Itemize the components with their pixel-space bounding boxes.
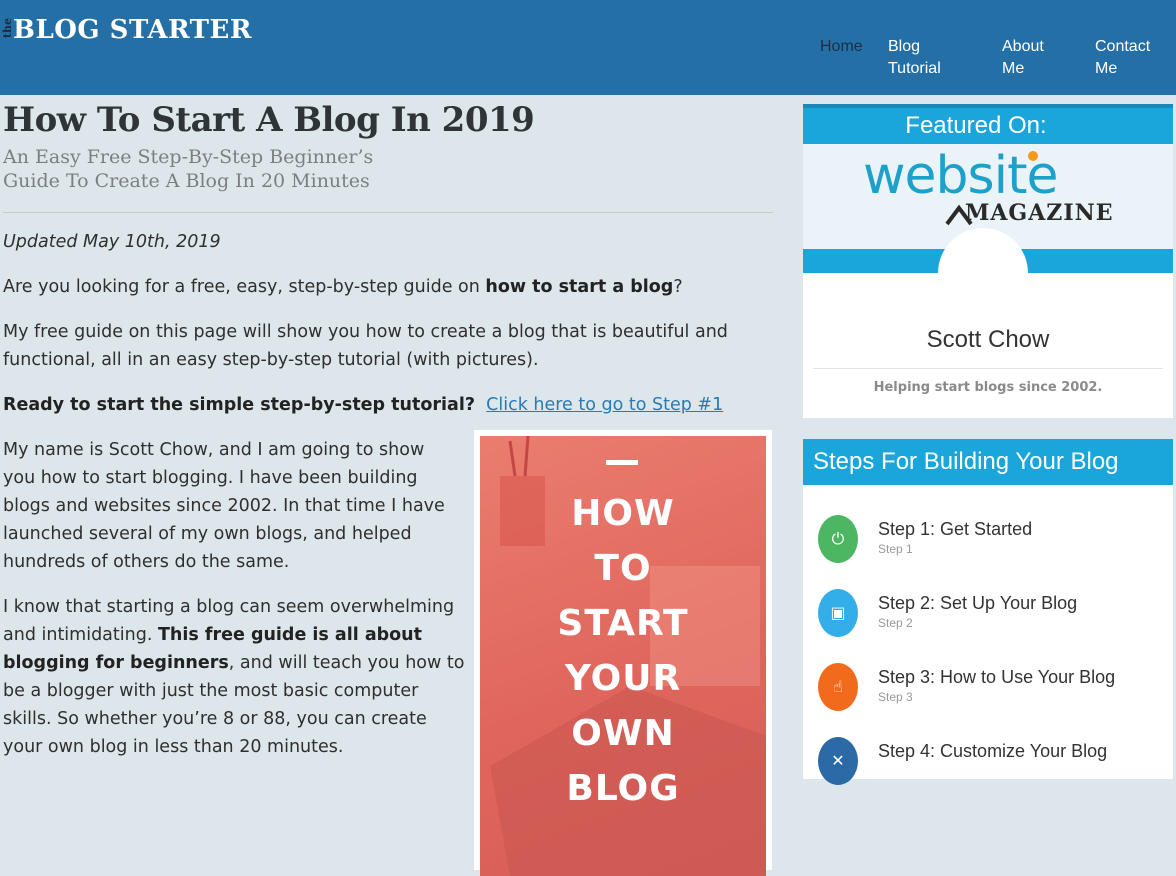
step-subtitle: Step 2 <box>878 616 913 630</box>
step-1-link[interactable]: ⏻ Step 1: Get Started Step 1 <box>803 513 1173 573</box>
featured-title: Featured On: <box>905 112 1047 139</box>
steps-widget: Steps For Building Your Blog ⏻ Step 1: G… <box>803 439 1173 785</box>
intro-end: ? <box>673 277 683 297</box>
step-title: Step 3: How to Use Your Blog <box>878 667 1116 687</box>
logo-small-text: the <box>1 18 14 39</box>
steps-header: Steps For Building Your Blog <box>803 439 1173 485</box>
logo-magazine-text: MAGAZINE <box>965 200 1114 226</box>
site-header: the BLOG STARTER Home Blog Tutorial Abou… <box>0 0 1176 95</box>
image-title: HOW TO START YOUR OWN BLOG <box>480 486 766 816</box>
step-2-link[interactable]: ▣ Step 2: Set Up Your Blog Step 2 <box>803 587 1173 647</box>
featured-widget: Featured On: website MAGAZINE Scott Chow… <box>803 104 1173 418</box>
beginners-paragraph: I know that starting a blog can seem ove… <box>3 593 471 761</box>
nav-home[interactable]: Home <box>820 36 863 58</box>
image-word-6: BLOG <box>566 768 680 809</box>
power-icon: ⏻ <box>818 515 858 563</box>
step-subtitle: Step 1 <box>878 542 913 556</box>
author-name: Scott Chow <box>926 326 1050 353</box>
guide-paragraph: My free guide on this page will show you… <box>3 322 728 370</box>
nav-contact-me[interactable]: Contact Me <box>1095 36 1165 80</box>
logo-main-text: BLOG STARTER <box>13 15 252 45</box>
page-subtitle: An Easy Free Step-By-Step Beginner’s Gui… <box>3 146 374 192</box>
image-word-3: START <box>557 603 689 644</box>
setup-icon: ▣ <box>818 589 858 637</box>
site-logo[interactable]: the BLOG STARTER <box>1 12 252 48</box>
author-paragraph: My name is Scott Chow, and I am going to… <box>3 440 445 572</box>
page-title: How To Start A Blog In 2019 <box>3 100 535 140</box>
step-subtitle: Step 3 <box>878 690 913 704</box>
tools-icon: ✕ <box>818 737 858 785</box>
author-divider <box>813 368 1163 369</box>
title-dash <box>606 460 638 465</box>
image-word-2: TO <box>594 548 652 589</box>
image-word-5: OWN <box>571 713 675 754</box>
intro-bold: how to start a blog <box>485 277 674 297</box>
image-word-4: YOUR <box>564 658 682 699</box>
step-4-link[interactable]: ✕ Step 4: Customize Your Blog <box>803 735 1173 795</box>
updated-date: Updated May 10th, 2019 <box>3 232 221 252</box>
image-overlay: HOW TO START YOUR OWN BLOG <box>480 436 766 876</box>
cta-bold: Ready to start the simple step-by-step t… <box>3 395 475 415</box>
intro-paragraph: Are you looking for a free, easy, step-b… <box>3 273 773 301</box>
step-title: Step 4: Customize Your Blog <box>878 741 1108 761</box>
intro-text: Are you looking for a free, easy, step-b… <box>3 277 486 297</box>
logo-dot <box>1028 151 1038 161</box>
nav-blog-tutorial[interactable]: Blog Tutorial <box>888 36 968 80</box>
nav-about-me[interactable]: About Me <box>1002 36 1062 80</box>
how-to-start-blog-image[interactable]: HOW TO START YOUR OWN BLOG <box>474 430 772 876</box>
step-3-link[interactable]: ☝ Step 3: How to Use Your Blog Step 3 <box>803 661 1173 721</box>
featured-header: Featured On: <box>803 104 1173 144</box>
image-word-1: HOW <box>571 493 675 534</box>
avatar <box>938 228 1028 318</box>
step1-link[interactable]: Click here to go to Step #1 <box>486 395 723 415</box>
author-tagline: Helping start blogs since 2002. <box>873 380 1103 395</box>
steps-title: Steps For Building Your Blog <box>813 448 1119 475</box>
divider <box>3 212 773 213</box>
step-title: Step 2: Set Up Your Blog <box>878 593 1078 613</box>
step-title: Step 1: Get Started <box>878 519 1033 539</box>
touch-icon: ☝ <box>818 663 858 711</box>
cta-paragraph: Ready to start the simple step-by-step t… <box>3 391 773 419</box>
